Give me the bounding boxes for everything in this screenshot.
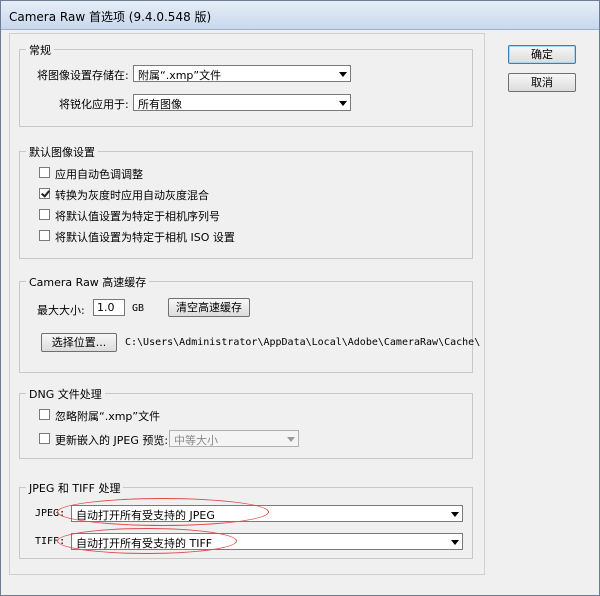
- embedded-jpeg-size-select[interactable]: 中等大小: [169, 430, 299, 447]
- camera-serial-label: 将默认值设置为特定于相机序列号: [55, 210, 220, 223]
- tiff-label: TIFF:: [35, 536, 66, 547]
- dng-group: DNG 文件处理: [19, 386, 473, 459]
- purge-cache-button[interactable]: 清空高速缓存: [168, 298, 250, 317]
- embedded-jpeg-size-value: 中等大小: [174, 434, 218, 447]
- sharpen-value: 所有图像: [138, 98, 182, 111]
- cache-path: C:\Users\Administrator\AppData\Local\Ado…: [125, 337, 481, 348]
- jpeg-tiff-legend: JPEG 和 TIFF 处理: [26, 480, 124, 496]
- sharpen-select[interactable]: 所有图像: [133, 94, 351, 111]
- sharpen-label: 将锐化应用于:: [59, 98, 129, 111]
- save-settings-select[interactable]: 附属“.xmp”文件: [133, 65, 351, 82]
- save-settings-label: 将图像设置存储在:: [37, 69, 129, 82]
- chevron-down-icon: [287, 437, 295, 442]
- auto-tone-checkbox[interactable]: [39, 167, 50, 178]
- chevron-down-icon: [339, 72, 347, 77]
- tiff-handling-value: 自动打开所有受支持的 TIFF: [76, 537, 213, 550]
- jpeg-label: JPEG:: [35, 508, 66, 519]
- jpeg-handling-value: 自动打开所有受支持的 JPEG: [76, 509, 215, 522]
- update-embedded-jpeg-checkbox[interactable]: [39, 433, 50, 444]
- general-legend: 常规: [26, 42, 54, 58]
- update-embedded-jpeg-label: 更新嵌入的 JPEG 预览:: [55, 434, 169, 447]
- ignore-xmp-label: 忽略附属“.xmp”文件: [55, 410, 161, 423]
- tiff-handling-select[interactable]: 自动打开所有受支持的 TIFF: [71, 533, 463, 550]
- auto-grayscale-label: 转换为灰度时应用自动灰度混合: [55, 189, 209, 202]
- window-title: Camera Raw 首选项 (9.4.0.548 版): [9, 10, 212, 24]
- preferences-dialog: Camera Raw 首选项 (9.4.0.548 版) 确定 取消 常规 将图…: [0, 0, 600, 596]
- cache-group: Camera Raw 高速缓存: [19, 274, 473, 373]
- general-group: 常规: [19, 42, 473, 127]
- camera-iso-label: 将默认值设置为特定于相机 ISO 设置: [55, 231, 235, 244]
- max-size-input[interactable]: 1.0: [93, 299, 125, 316]
- ok-button[interactable]: 确定: [508, 45, 576, 64]
- camera-iso-checkbox[interactable]: [39, 230, 50, 241]
- save-settings-value: 附属“.xmp”文件: [138, 69, 222, 82]
- cancel-button[interactable]: 取消: [508, 73, 576, 92]
- ignore-xmp-checkbox[interactable]: [39, 409, 50, 420]
- max-size-label: 最大大小:: [37, 304, 85, 317]
- title-bar[interactable]: Camera Raw 首选项 (9.4.0.548 版): [1, 1, 599, 30]
- jpeg-handling-select[interactable]: 自动打开所有受支持的 JPEG: [71, 505, 463, 522]
- chevron-down-icon: [339, 101, 347, 106]
- auto-grayscale-checkbox[interactable]: [39, 188, 50, 199]
- cache-legend: Camera Raw 高速缓存: [26, 274, 150, 290]
- camera-serial-checkbox[interactable]: [39, 209, 50, 220]
- select-location-button[interactable]: 选择位置...: [41, 333, 117, 352]
- auto-tone-label: 应用自动色调调整: [55, 168, 143, 181]
- default-image-settings-legend: 默认图像设置: [26, 144, 98, 160]
- chevron-down-icon: [451, 540, 459, 545]
- max-size-unit: GB: [132, 303, 145, 314]
- dng-legend: DNG 文件处理: [26, 386, 105, 402]
- chevron-down-icon: [451, 512, 459, 517]
